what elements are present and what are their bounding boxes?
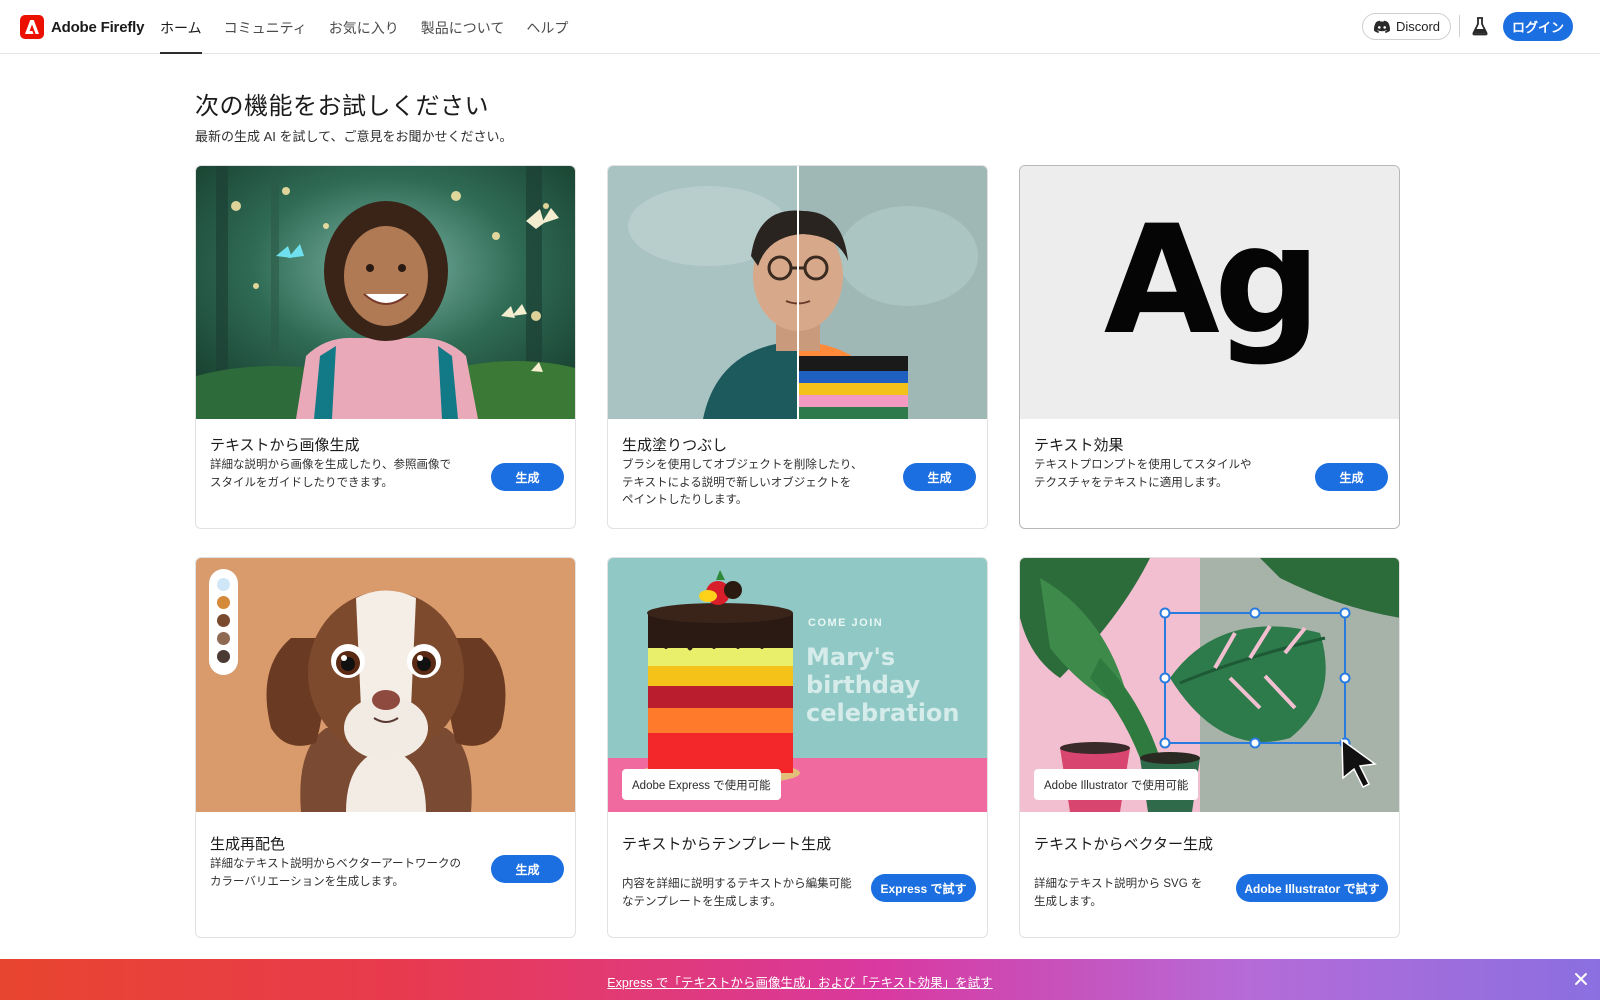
page-title: 次の機能をお試しください (195, 93, 489, 120)
sample-glyphs: Ag (1103, 194, 1321, 368)
template-small-heading: Come join (808, 617, 884, 629)
feature-card-text-to-template[interactable]: Come join Mary's birthday celebration Ad… (607, 557, 988, 938)
color-swatch[interactable] (217, 632, 230, 645)
promo-link[interactable]: Express で「テキストから画像生成」および「テキスト効果」を試す (0, 972, 1600, 991)
brand-name: Adobe Firefly (51, 18, 145, 36)
try-in-illustrator-button[interactable]: Adobe Illustrator で試す (1236, 874, 1388, 902)
feature-card-generative-fill[interactable]: 生成塗りつぶし ブラシを使用してオブジェクトを削除したり、 テキストによる説明で新… (607, 165, 988, 529)
discord-icon (1373, 20, 1390, 33)
page-subtitle: 最新の生成 AI を試して、ご意見をお聞かせください。 (195, 129, 513, 144)
card-description: ブラシを使用してオブジェクトを削除したり、 テキストによる説明で新しいオブジェクト… (622, 459, 863, 506)
card-title: 生成塗りつぶし (622, 437, 728, 454)
discord-label: Discord (1395, 19, 1441, 34)
nav-item-help[interactable]: ヘルプ (526, 0, 568, 54)
card-title: テキストからテンプレート生成 (622, 836, 832, 853)
card-title: テキストからベクター生成 (1034, 836, 1213, 853)
feature-card-generative-recolor[interactable]: 生成再配色 詳細なテキスト説明からベクターアートワークの カラーバリエーションを生… (195, 557, 576, 938)
feature-card-text-to-vector[interactable]: Adobe Illustrator で使用可能 テキストからベクター生成 詳細な… (1019, 557, 1400, 938)
nav-item-about[interactable]: 製品について (421, 0, 505, 54)
header-divider (1459, 15, 1460, 37)
try-in-express-button[interactable]: Express で試す (871, 874, 976, 902)
generate-button[interactable]: 生成 (491, 855, 564, 883)
generate-button[interactable]: 生成 (1315, 463, 1388, 491)
text-to-vector-preview: Adobe Illustrator で使用可能 (1020, 558, 1399, 812)
card-description: 詳細な説明から画像を生成したり、参照画像で スタイルをガイドしたりできます。 (210, 459, 452, 489)
text-to-image-preview (196, 166, 575, 419)
text-to-template-preview: Come join Mary's birthday celebration Ad… (608, 558, 987, 812)
adobe-logo-icon (20, 15, 44, 39)
nav-item-community[interactable]: コミュニティ (224, 0, 307, 54)
top-navigation-bar: Adobe Firefly ホーム コミュニティ お気に入り 製品について ヘル… (0, 0, 1600, 54)
card-description: 内容を詳細に説明するテキストから編集可能 なテンプレートを生成します。 (622, 878, 852, 908)
main-nav: ホーム コミュニティ お気に入り 製品について ヘルプ (160, 0, 590, 54)
generative-fill-preview (608, 166, 987, 419)
recolor-preview (196, 558, 575, 812)
generate-button[interactable]: 生成 (491, 463, 564, 491)
card-title: 生成再配色 (210, 836, 286, 853)
card-title: テキスト効果 (1034, 437, 1124, 454)
availability-badge: Adobe Express で使用可能 (622, 769, 781, 800)
feature-card-text-to-image[interactable]: テキストから画像生成 詳細な説明から画像を生成したり、参照画像で スタイルをガイド… (195, 165, 576, 529)
close-icon[interactable] (1572, 970, 1590, 988)
color-swatch[interactable] (217, 650, 230, 663)
flask-icon[interactable] (1471, 16, 1489, 36)
color-swatch[interactable] (217, 578, 230, 591)
card-title: テキストから画像生成 (210, 437, 360, 454)
login-button[interactable]: ログイン (1503, 12, 1573, 41)
availability-badge: Adobe Illustrator で使用可能 (1034, 769, 1199, 800)
generate-button[interactable]: 生成 (903, 463, 976, 491)
card-description: テキストプロンプトを使用してスタイルや テクスチャをテキストに適用します。 (1034, 459, 1252, 489)
color-swatch[interactable] (217, 614, 230, 627)
text-effects-preview: Ag (1020, 166, 1399, 419)
promo-banner: Express で「テキストから画像生成」および「テキスト効果」を試す (0, 959, 1600, 1000)
nav-item-favorites[interactable]: お気に入り (329, 0, 399, 54)
nav-item-home[interactable]: ホーム (160, 0, 202, 54)
color-swatch-palette[interactable] (209, 569, 238, 675)
card-description: 詳細なテキスト説明から SVG を生成します。 (1034, 878, 1203, 908)
card-description: 詳細なテキスト説明からベクターアートワークの カラーバリエーションを生成します。 (210, 858, 462, 888)
color-swatch[interactable] (217, 596, 230, 609)
feature-card-text-effects[interactable]: Ag テキスト効果 テキストプロンプトを使用してスタイルや テクスチャをテキストに… (1019, 165, 1400, 529)
brand[interactable]: Adobe Firefly (20, 15, 144, 39)
discord-button[interactable]: Discord (1362, 13, 1451, 40)
template-headline: Mary's birthday celebration (806, 643, 960, 727)
